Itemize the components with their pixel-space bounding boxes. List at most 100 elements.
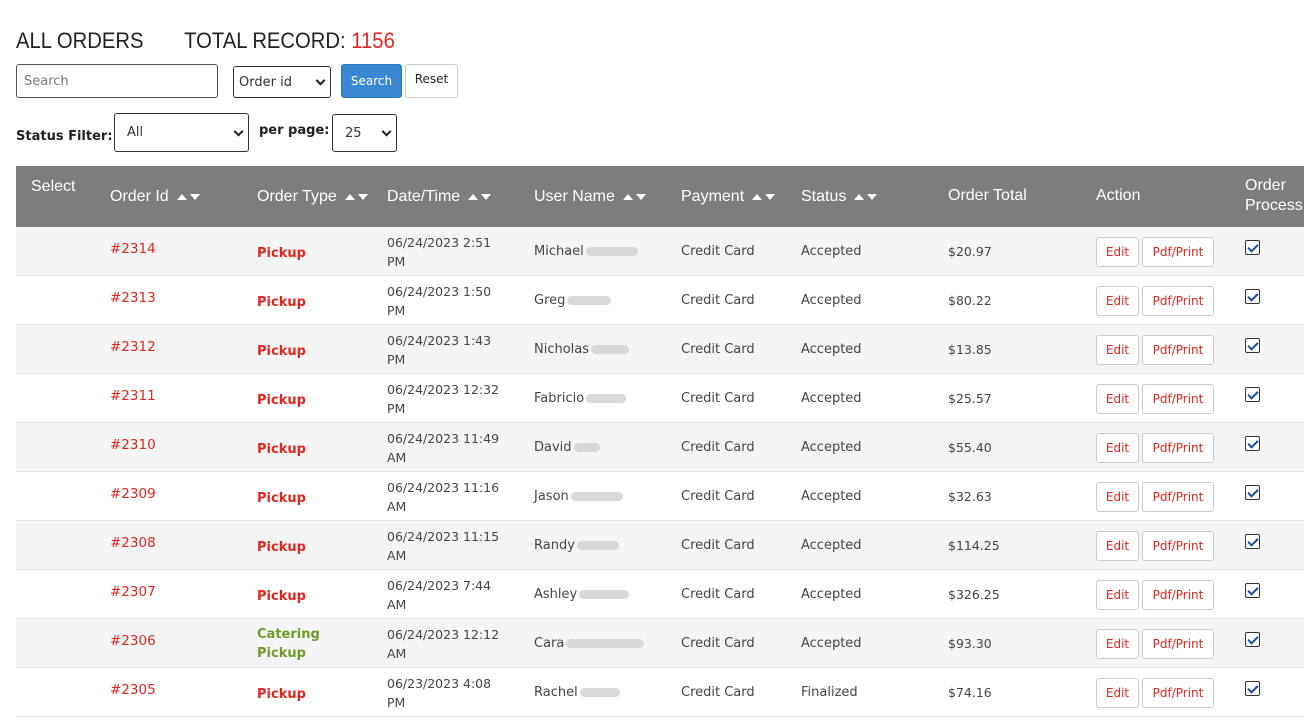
order-total: $13.85	[948, 342, 992, 357]
page-heading: ALL ORDERS TOTAL RECORD: 1156	[16, 28, 395, 54]
pdf-print-button[interactable]: Pdf/Print	[1142, 482, 1214, 512]
user-name: Jason	[534, 489, 623, 504]
order-total: $20.97	[948, 244, 992, 259]
table-row: #2308 Pickup 06/24/2023 11:15 AM Randy Cr…	[16, 521, 1304, 570]
order-total: $80.22	[948, 293, 992, 308]
order-process-checkbox[interactable]	[1245, 534, 1260, 549]
order-id-link[interactable]: #2312	[110, 339, 156, 355]
order-type: Pickup	[257, 244, 306, 263]
payment-method: Credit Card	[681, 293, 755, 308]
pdf-print-button[interactable]: Pdf/Print	[1142, 678, 1214, 708]
order-type-line: Pickup	[257, 646, 306, 661]
order-datetime: 06/24/2023 1:43 PM	[387, 331, 491, 369]
column-order-process-label: Order	[1245, 177, 1286, 194]
order-id-link[interactable]: #2314	[110, 241, 156, 257]
sort-icon[interactable]	[468, 194, 492, 200]
sort-icon[interactable]	[854, 194, 878, 200]
redacted-last-name	[585, 247, 638, 256]
status-filter-select[interactable]: All	[114, 113, 249, 152]
order-process-checkbox[interactable]	[1245, 387, 1260, 402]
order-id-link[interactable]: #2307	[110, 584, 156, 600]
order-process-checkbox[interactable]	[1245, 681, 1260, 696]
column-payment[interactable]: Payment	[681, 188, 776, 206]
order-id-link[interactable]: #2313	[110, 290, 156, 306]
user-name: Fabricio	[534, 391, 627, 406]
order-total: $114.25	[948, 538, 1000, 553]
column-user-name[interactable]: User Name	[534, 188, 646, 206]
order-total: $32.63	[948, 489, 992, 504]
payment-method: Credit Card	[681, 342, 755, 357]
order-status: Accepted	[801, 440, 862, 455]
order-datetime: 06/24/2023 12:32 PM	[387, 380, 499, 418]
edit-button[interactable]: Edit	[1096, 335, 1139, 365]
order-type-line: Pickup	[257, 491, 306, 506]
edit-button[interactable]: Edit	[1096, 384, 1139, 414]
column-order-id[interactable]: Order Id	[110, 188, 200, 206]
table-row: #2314 Pickup 06/24/2023 2:51 PM Michael C…	[16, 227, 1304, 276]
edit-button[interactable]: Edit	[1096, 678, 1139, 708]
pdf-print-button[interactable]: Pdf/Print	[1142, 286, 1214, 316]
order-process-checkbox[interactable]	[1245, 583, 1260, 598]
redacted-last-name	[573, 443, 600, 452]
column-datetime-label: Date/Time	[387, 188, 461, 205]
sort-icon[interactable]	[622, 194, 646, 200]
order-id-link[interactable]: #2311	[110, 388, 156, 404]
user-name: Randy	[534, 538, 619, 553]
orders-table: Select Order Id Order Type Date/Time Use…	[16, 166, 1304, 720]
order-status: Accepted	[801, 293, 862, 308]
order-id-link[interactable]: #2308	[110, 535, 156, 551]
order-id-link[interactable]: #2310	[110, 437, 156, 453]
pdf-print-button[interactable]: Pdf/Print	[1142, 335, 1214, 365]
column-action-label: Action	[1096, 187, 1141, 204]
per-page-value: 25	[345, 125, 362, 141]
order-id-link[interactable]: #2305	[110, 682, 156, 698]
search-field-select[interactable]: Order id	[233, 66, 331, 98]
order-type: Pickup	[257, 489, 306, 508]
search-button[interactable]: Search	[341, 64, 402, 98]
edit-button[interactable]: Edit	[1096, 531, 1139, 561]
edit-button[interactable]: Edit	[1096, 629, 1139, 659]
sort-icon[interactable]	[344, 194, 368, 200]
user-first-name: Michael	[534, 244, 584, 259]
user-name: Ashley	[534, 587, 630, 602]
order-id-link[interactable]: #2306	[110, 633, 156, 649]
sort-icon[interactable]	[752, 194, 776, 200]
order-time: PM	[387, 695, 406, 710]
per-page-select[interactable]: 25	[332, 114, 397, 152]
chevron-down-icon	[233, 126, 244, 137]
sort-icon[interactable]	[176, 194, 200, 200]
order-type-line: Pickup	[257, 687, 306, 702]
pdf-print-button[interactable]: Pdf/Print	[1142, 531, 1214, 561]
user-first-name: Fabricio	[534, 391, 585, 406]
order-process-checkbox[interactable]	[1245, 338, 1260, 353]
order-process-checkbox[interactable]	[1245, 240, 1260, 255]
order-id-link[interactable]: #2309	[110, 486, 156, 502]
edit-button[interactable]: Edit	[1096, 580, 1139, 610]
edit-button[interactable]: Edit	[1096, 286, 1139, 316]
pdf-print-button[interactable]: Pdf/Print	[1142, 384, 1214, 414]
order-process-checkbox[interactable]	[1245, 632, 1260, 647]
order-process-checkbox[interactable]	[1245, 436, 1260, 451]
order-process-checkbox[interactable]	[1245, 485, 1260, 500]
edit-button[interactable]: Edit	[1096, 237, 1139, 267]
pdf-print-button[interactable]: Pdf/Print	[1142, 237, 1214, 267]
total-record-label: TOTAL RECORD:	[184, 28, 346, 53]
payment-method: Credit Card	[681, 636, 755, 651]
payment-method: Credit Card	[681, 587, 755, 602]
reset-button[interactable]: Reset	[405, 64, 458, 98]
redacted-last-name	[586, 394, 627, 403]
column-datetime[interactable]: Date/Time	[387, 188, 492, 206]
order-time: AM	[387, 597, 407, 612]
edit-button[interactable]: Edit	[1096, 433, 1139, 463]
search-input[interactable]	[16, 64, 218, 98]
column-status[interactable]: Status	[801, 188, 878, 206]
order-type-line: Pickup	[257, 540, 306, 555]
pdf-print-button[interactable]: Pdf/Print	[1142, 629, 1214, 659]
column-order-type[interactable]: Order Type	[257, 188, 368, 206]
order-process-checkbox[interactable]	[1245, 289, 1260, 304]
order-type-line: Catering	[257, 627, 320, 642]
pdf-print-button[interactable]: Pdf/Print	[1142, 433, 1214, 463]
pdf-print-button[interactable]: Pdf/Print	[1142, 580, 1214, 610]
edit-button[interactable]: Edit	[1096, 482, 1139, 512]
redacted-last-name	[576, 541, 619, 550]
